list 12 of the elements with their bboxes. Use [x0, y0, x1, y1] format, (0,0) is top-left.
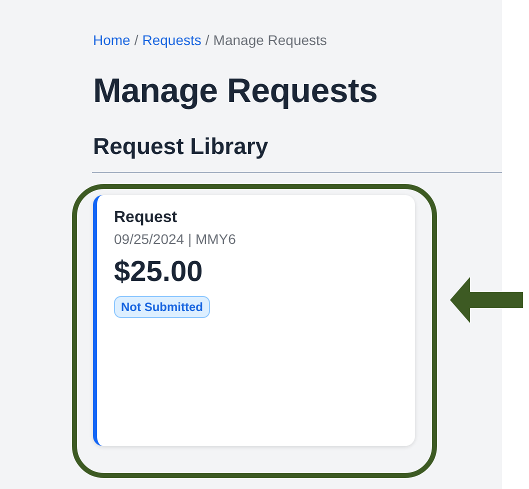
breadcrumb-link[interactable]: Requests [142, 32, 202, 48]
breadcrumb-separator: / [205, 32, 210, 48]
section-title: Request Library [93, 133, 270, 160]
request-card[interactable]: Request 09/25/2024 | MMY6 $25.00 Not Submitted [93, 195, 415, 446]
card-title: Request [114, 209, 178, 227]
breadcrumb-link[interactable]: Home [93, 32, 130, 48]
breadcrumb-separator: / [134, 32, 138, 48]
breadcrumb-current: Manage Requests [213, 32, 327, 48]
card-meta: 09/25/2024 | MMY6 [114, 231, 237, 247]
page-title: Manage Requests [93, 72, 379, 111]
card-amount: $25.00 [114, 256, 204, 289]
status-badge: Not Submitted [114, 296, 210, 318]
